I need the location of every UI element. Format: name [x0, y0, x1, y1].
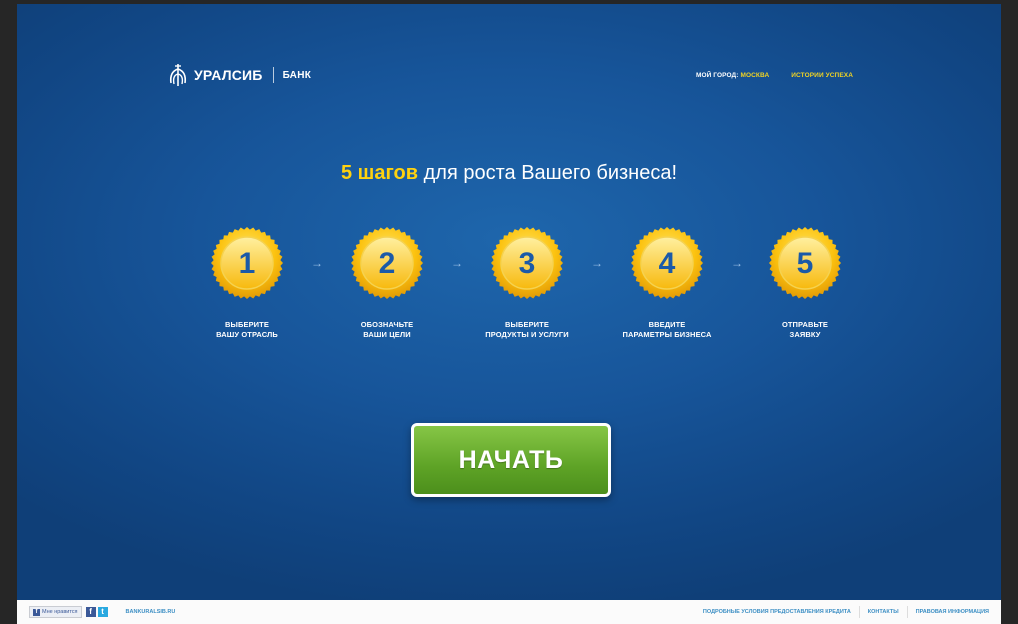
- facebook-icon: f: [33, 608, 40, 616]
- arrow-right-icon: →: [591, 256, 603, 270]
- step-label: ВВЕДИТЕ ПАРАМЕТРЫ БИЗНЕСА: [622, 320, 712, 339]
- step-5[interactable]: 5 ОТПРАВЬТЕ ЗАЯВКУ: [735, 226, 875, 340]
- step-number: 4: [659, 247, 676, 280]
- arrow-right-icon: →: [451, 256, 463, 270]
- uralsib-logo-icon: [169, 64, 187, 86]
- step-label: ОБОЗНАЧЬТЕ ВАШИ ЦЕЛИ: [360, 320, 414, 339]
- title-highlight: 5 шагов: [340, 162, 419, 184]
- brand-suffix: БАНК: [282, 69, 312, 81]
- medal-icon: 1: [211, 227, 283, 299]
- logo[interactable]: УРАЛСИБ БАНК: [167, 60, 311, 90]
- arrow-right-icon: →: [311, 256, 323, 270]
- title-rest: для роста Вашего бизнеса!: [418, 162, 678, 184]
- success-stories-link[interactable]: ИСТОРИИ УСПЕХА: [791, 72, 853, 79]
- step-label: ВЫБЕРИТЕ ПРОДУКТЫ И УСЛУГИ: [485, 320, 569, 339]
- step-4[interactable]: 4 ВВЕДИТЕ ПАРАМЕТРЫ БИЗНЕСА: [597, 226, 737, 340]
- facebook-like-button[interactable]: f Мне нравится: [29, 606, 82, 618]
- facebook-share-icon[interactable]: f: [85, 607, 96, 617]
- step-1[interactable]: 1 ВЫБЕРИТЕ ВАШУ ОТРАСЛЬ: [177, 226, 317, 340]
- page-title: 5 шагов для роста Вашего бизнеса!: [17, 162, 1001, 185]
- twitter-share-icon[interactable]: t: [97, 607, 108, 617]
- step-number: 1: [239, 247, 256, 280]
- footer-divider: [906, 606, 908, 618]
- step-label: ОТПРАВЬТЕ ЗАЯВКУ: [781, 320, 829, 339]
- start-button[interactable]: НАЧАТЬ: [411, 423, 611, 497]
- credit-terms-link[interactable]: ПОДРОБНЫЕ УСЛОВИЯ ПРЕДОСТАВЛЕНИЯ КРЕДИТА: [703, 609, 851, 615]
- city-prefix: МОЙ ГОРОД:: [695, 72, 739, 79]
- footer-divider: [858, 606, 860, 618]
- steps-list: 1 ВЫБЕРИТЕ ВАШУ ОТРАСЛЬ 2 ОБОЗНАЧЬТЕ ВАШИ Ц…: [17, 226, 1001, 366]
- step-number: 3: [519, 247, 536, 280]
- top-nav: МОЙ ГОРОД: МОСКВА ИСТОРИИ УСПЕХА: [696, 72, 853, 79]
- social-links: f t: [85, 607, 108, 617]
- brand-name: УРАЛСИБ: [194, 67, 263, 83]
- legal-info-link[interactable]: ПРАВОВАЯ ИНФОРМАЦИЯ: [916, 609, 989, 615]
- city-value[interactable]: МОСКВА: [740, 72, 769, 79]
- logo-divider: [272, 67, 274, 83]
- medal-icon: 3: [491, 227, 563, 299]
- step-2[interactable]: 2 ОБОЗНАЧЬТЕ ВАШИ ЦЕЛИ: [317, 226, 457, 340]
- page: УРАЛСИБ БАНК МОЙ ГОРОД: МОСКВА ИСТОРИИ У…: [17, 4, 1001, 624]
- like-label: Мне нравится: [42, 609, 78, 615]
- footer: f Мне нравится f t BANKURALSIB.RU ПОДРОБ…: [17, 600, 1001, 624]
- medal-icon: 5: [769, 227, 841, 299]
- medal-icon: 2: [351, 227, 423, 299]
- step-number: 2: [379, 247, 396, 280]
- medal-icon: 4: [631, 227, 703, 299]
- arrow-right-icon: →: [731, 256, 743, 270]
- step-number: 5: [797, 247, 814, 280]
- footer-links: ПОДРОБНЫЕ УСЛОВИЯ ПРЕДОСТАВЛЕНИЯ КРЕДИТА…: [703, 606, 989, 618]
- contacts-link[interactable]: КОНТАКТЫ: [868, 609, 899, 615]
- step-label: ВЫБЕРИТЕ ВАШУ ОТРАСЛЬ: [216, 320, 278, 339]
- site-link[interactable]: BANKURALSIB.RU: [126, 609, 176, 615]
- step-3[interactable]: 3 ВЫБЕРИТЕ ПРОДУКТЫ И УСЛУГИ: [457, 226, 597, 340]
- city-selector[interactable]: МОЙ ГОРОД: МОСКВА: [696, 72, 769, 79]
